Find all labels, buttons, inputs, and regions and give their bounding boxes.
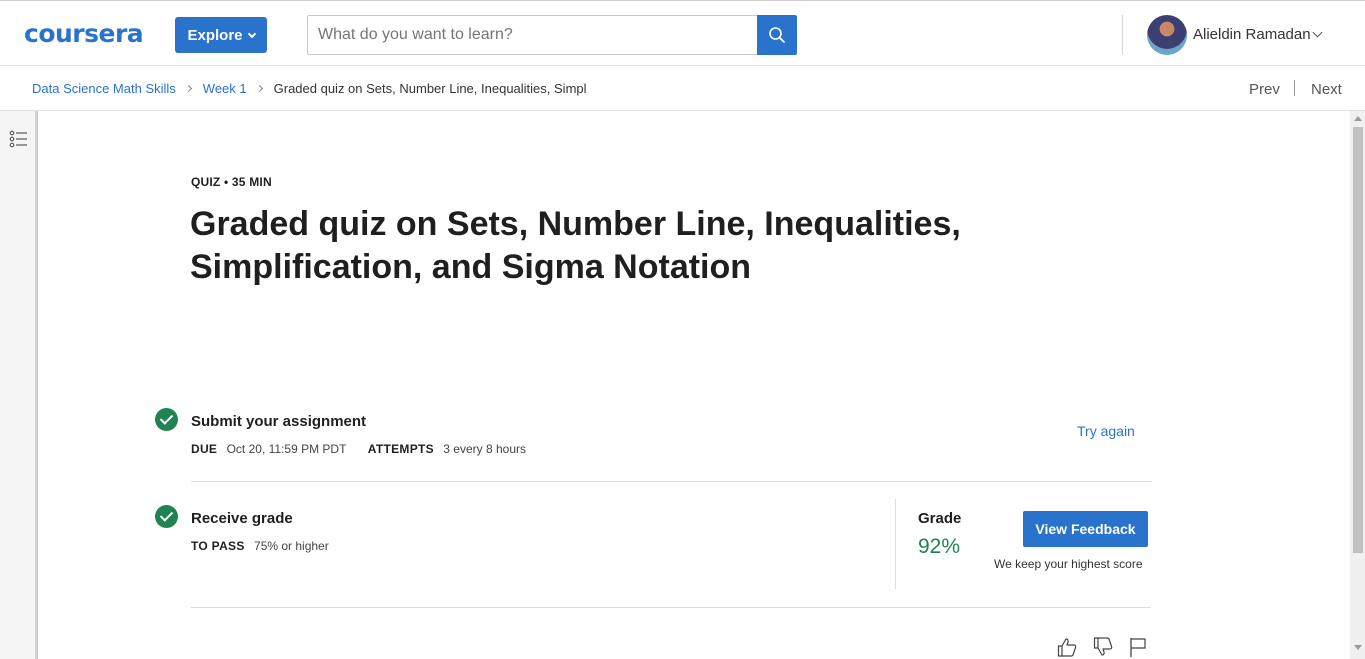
check-circle-icon (155, 505, 178, 528)
pager-divider (1294, 80, 1295, 96)
next-link[interactable]: Next (1311, 81, 1342, 98)
grade-value: 92% (918, 535, 961, 558)
chevron-down-icon (247, 29, 256, 38)
attempts-label: ATTEMPTS (367, 442, 434, 456)
left-rail (0, 111, 38, 659)
explore-label: Explore (187, 26, 243, 44)
pass-value: 75% or higher (254, 539, 329, 553)
receive-step-title: Receive grade (191, 510, 293, 527)
thumbs-down-icon[interactable] (1092, 636, 1114, 658)
chevron-right-icon (255, 84, 263, 93)
due-value: Oct 20, 11:59 PM PDT (226, 442, 347, 456)
grade-divider (895, 499, 896, 589)
breadcrumb-week[interactable]: Week 1 (203, 81, 247, 96)
pass-label: TO PASS (191, 539, 245, 553)
chevron-down-icon[interactable] (1312, 27, 1323, 38)
avatar[interactable] (1147, 15, 1187, 55)
search-button[interactable] (757, 15, 797, 55)
scrollbar[interactable] (1350, 111, 1365, 659)
toc-icon[interactable] (8, 128, 30, 150)
header-divider (1122, 15, 1123, 55)
coursera-logo[interactable]: coursera (24, 19, 144, 48)
breadcrumb-bar: Data Science Math Skills Week 1 Graded q… (0, 66, 1365, 111)
check-circle-icon (155, 408, 178, 431)
divider (191, 481, 1151, 482)
receive-step-meta: TO PASS 75% or higher (191, 539, 329, 553)
page-title: Graded quiz on Sets, Number Line, Inequa… (190, 205, 961, 286)
submit-step-meta: DUE Oct 20, 11:59 PM PDT ATTEMPTS 3 ever… (191, 442, 526, 456)
scroll-thumb[interactable] (1353, 127, 1363, 553)
scroll-down-icon[interactable] (1354, 645, 1362, 650)
quiz-meta: QUIZ • 35 MIN (191, 175, 272, 189)
breadcrumb-course[interactable]: Data Science Math Skills (32, 81, 176, 96)
thumbs-up-icon[interactable] (1056, 636, 1078, 658)
scroll-up-icon[interactable] (1354, 116, 1362, 121)
explore-button[interactable]: Explore (175, 17, 267, 53)
try-again-link[interactable]: Try again (1077, 423, 1135, 439)
attempts-value: 3 every 8 hours (443, 442, 527, 456)
prev-link[interactable]: Prev (1249, 81, 1280, 98)
divider (191, 607, 1151, 608)
due-label: DUE (191, 442, 218, 456)
highest-score-note: We keep your highest score (994, 557, 1143, 571)
search-input[interactable] (307, 15, 758, 55)
breadcrumb-current: Graded quiz on Sets, Number Line, Inequa… (273, 81, 587, 96)
top-navbar: coursera Explore Alieldin Ramadan (0, 0, 1365, 66)
chevron-right-icon (184, 84, 192, 93)
user-name[interactable]: Alieldin Ramadan (1193, 26, 1311, 43)
flag-icon[interactable] (1127, 636, 1149, 658)
grade-label: Grade (918, 510, 962, 527)
submit-step-title: Submit your assignment (191, 413, 367, 430)
search-icon (769, 27, 785, 43)
breadcrumb: Data Science Math Skills Week 1 Graded q… (32, 81, 587, 96)
view-feedback-button[interactable]: View Feedback (1023, 511, 1148, 547)
